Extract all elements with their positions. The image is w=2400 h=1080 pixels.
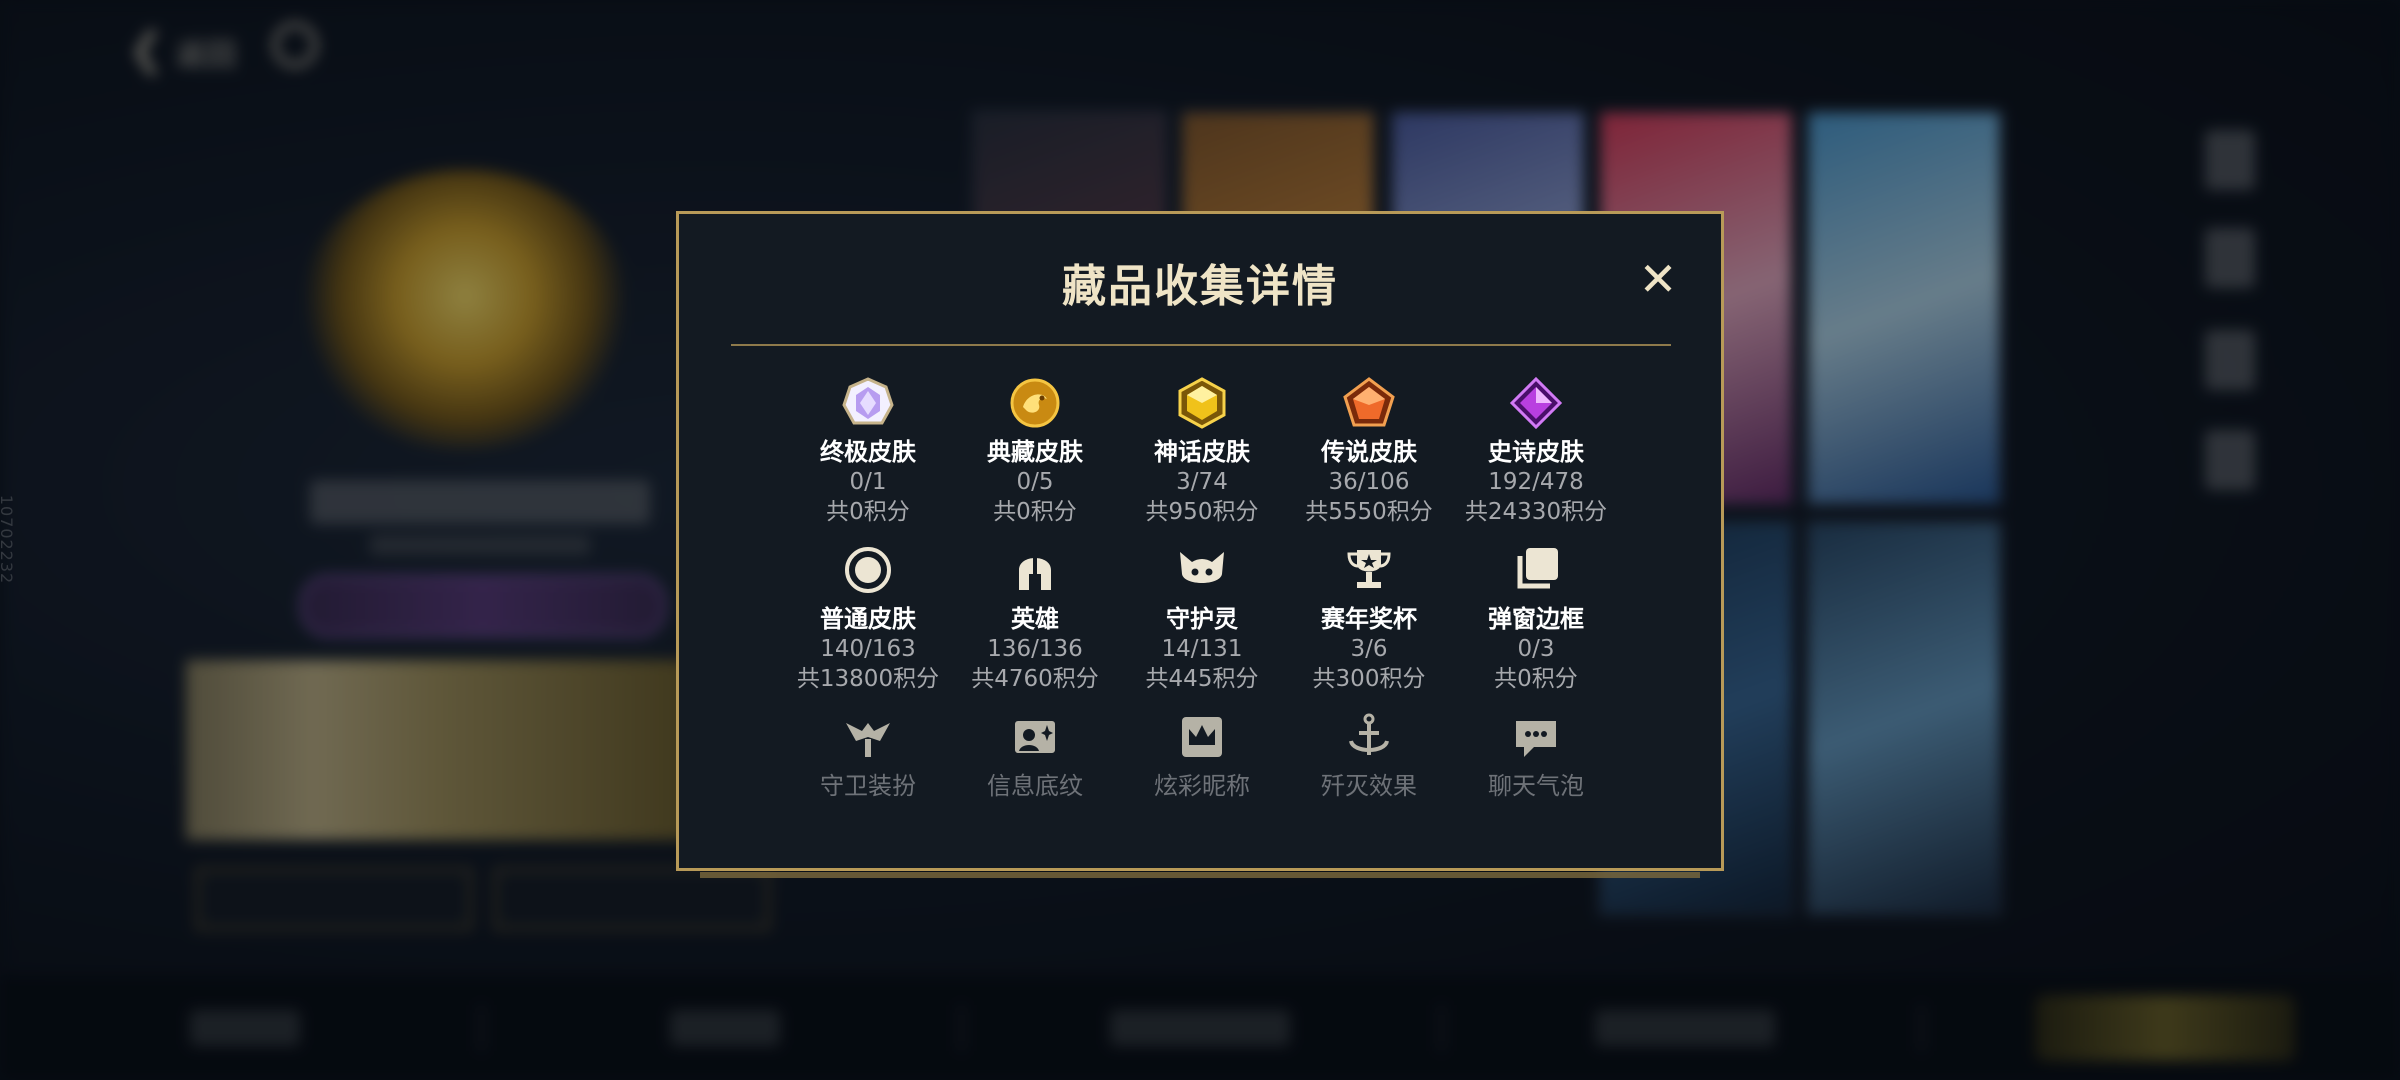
ward-skin-icon	[842, 711, 894, 763]
collection-item[interactable]: 炫彩昵称	[1118, 711, 1286, 801]
item-points: 共0积分	[993, 499, 1077, 525]
item-label: 典藏皮肤	[987, 438, 1083, 466]
collection-item[interactable]: 史诗皮肤 192/478 共24330积分	[1452, 377, 1620, 527]
profile-banner-icon	[1009, 711, 1061, 763]
item-points: 共24330积分	[1464, 499, 1608, 525]
item-label: 聊天气泡	[1488, 772, 1584, 800]
collection-item[interactable]: 典藏皮肤 0/5 共0积分	[951, 377, 1119, 527]
collection-item[interactable]: 赛年奖杯 3/6 共300积分	[1285, 544, 1453, 694]
item-count: 3/74	[1176, 469, 1228, 495]
crown-nickname-icon	[1176, 711, 1228, 763]
dragon-coin-icon	[1009, 377, 1061, 429]
item-count: 192/478	[1488, 469, 1584, 495]
collection-item[interactable]: 神话皮肤 3/74 共950积分	[1118, 377, 1286, 527]
item-count: 0/1	[849, 469, 887, 495]
item-label: 传说皮肤	[1321, 438, 1417, 466]
collection-grid: 终极皮肤 0/1 共0积分 典藏皮肤 0/5 共0积分 神话皮肤 3/74 共9…	[679, 214, 1721, 870]
collection-item[interactable]: 弹窗边框 0/3 共0积分	[1452, 544, 1620, 694]
item-count: 3/6	[1350, 636, 1388, 662]
item-label: 普通皮肤	[820, 605, 916, 633]
mythic-gem-icon	[1176, 377, 1228, 429]
item-count: 136/136	[987, 636, 1083, 662]
item-count: 140/163	[820, 636, 916, 662]
item-points: 共300积分	[1312, 666, 1426, 692]
item-count: 0/3	[1517, 636, 1555, 662]
collection-item[interactable]: 传说皮肤 36/106 共5550积分	[1285, 377, 1453, 527]
item-label: 歼灭效果	[1321, 772, 1417, 800]
item-points: 共4760积分	[971, 666, 1099, 692]
collection-details-modal: 藏品收集详情 ✕ 终极皮肤 0/1 共0积分 典藏皮肤 0/5 共0积分 神话皮…	[676, 211, 1724, 871]
item-label: 史诗皮肤	[1488, 438, 1584, 466]
collection-item[interactable]: 信息底纹	[951, 711, 1119, 801]
item-points: 共0积分	[1494, 666, 1578, 692]
item-points: 共950积分	[1145, 499, 1259, 525]
item-points: 共5550积分	[1305, 499, 1433, 525]
legend-gem-icon	[1343, 377, 1395, 429]
anchor-icon	[1343, 711, 1395, 763]
item-count: 14/131	[1161, 636, 1243, 662]
item-label: 守卫装扮	[820, 772, 916, 800]
item-label: 守护灵	[1166, 605, 1238, 633]
collection-item[interactable]: 英雄 136/136 共4760积分	[951, 544, 1119, 694]
item-points: 共0积分	[826, 499, 910, 525]
collection-item[interactable]: 终极皮肤 0/1 共0积分	[784, 377, 952, 527]
item-label: 英雄	[1011, 605, 1059, 633]
frame-icon	[1510, 544, 1562, 596]
item-label: 弹窗边框	[1488, 605, 1584, 633]
guardian-spirit-icon	[1176, 544, 1228, 596]
trophy-icon	[1343, 544, 1395, 596]
collection-item[interactable]: 守卫装扮	[784, 711, 952, 801]
item-points: 共445积分	[1145, 666, 1259, 692]
helmet-icon	[1009, 544, 1061, 596]
item-label: 信息底纹	[987, 772, 1083, 800]
collection-item[interactable]: 普通皮肤 140/163 共13800积分	[784, 544, 952, 694]
item-points: 共13800积分	[796, 666, 940, 692]
item-label: 神话皮肤	[1154, 438, 1250, 466]
item-label: 赛年奖杯	[1321, 605, 1417, 633]
ultimate-skin-gem-icon	[842, 377, 894, 429]
collection-item[interactable]: 守护灵 14/131 共445积分	[1118, 544, 1286, 694]
item-label: 炫彩昵称	[1154, 772, 1250, 800]
item-count: 0/5	[1016, 469, 1054, 495]
normal-skin-ring-icon	[842, 544, 894, 596]
chat-bubble-icon	[1510, 711, 1562, 763]
item-count: 36/106	[1328, 469, 1410, 495]
epic-gem-icon	[1510, 377, 1562, 429]
item-label: 终极皮肤	[820, 438, 916, 466]
modal-bottom-accent	[700, 872, 1700, 878]
collection-item[interactable]: 歼灭效果	[1285, 711, 1453, 801]
collection-item[interactable]: 聊天气泡	[1452, 711, 1620, 801]
